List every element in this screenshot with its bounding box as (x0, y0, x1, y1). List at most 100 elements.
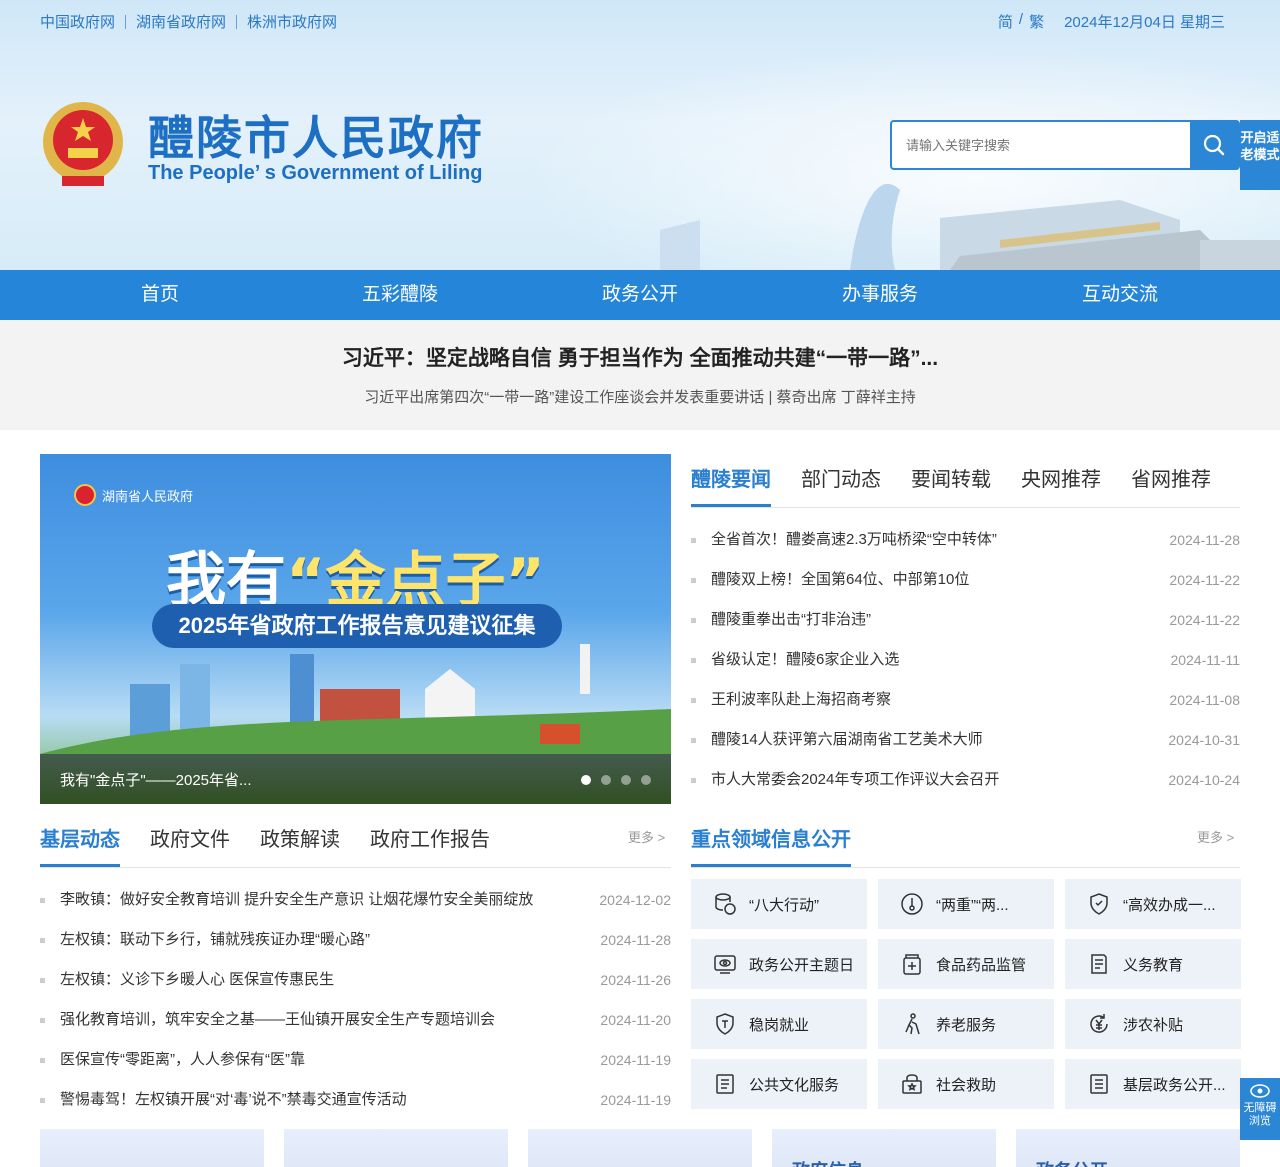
list-item[interactable]: 王利波率队赴上海招商考察 2024-11-08 (691, 690, 1240, 730)
news-title[interactable]: 警惕毒驾！左权镇开展“对‘毒’说不”禁毒交通宣传活动 (60, 1091, 407, 1108)
key-item-open-day[interactable]: 政务公开主题日 (691, 939, 867, 989)
service-card[interactable] (284, 1129, 508, 1167)
news-title[interactable]: 左权镇：义诊下乡暖人心 医保宣传惠民生 (60, 971, 334, 988)
tab-policy-interpretation[interactable]: 政策解读 (260, 823, 340, 867)
key-item-label: 公共文化服务 (749, 1076, 840, 1094)
image-carousel[interactable]: 湖南省人民政府 我有“金点子” 2025年省政府工作报告意见建议征集 我有"金点… (40, 454, 671, 804)
carousel-dots (581, 775, 651, 785)
list-item[interactable]: 市人大常委会2024年专项工作评议大会召开 2024-10-24 (691, 770, 1240, 810)
key-item-grassroots[interactable]: 基层政务公开... (1065, 1059, 1241, 1109)
news-title[interactable]: 李畋镇：做好安全教育培训 提升安全生产意识 让烟花爆竹安全美丽绽放 (60, 891, 533, 908)
key-item-culture[interactable]: 公共文化服务 (691, 1059, 867, 1109)
link-hunan-gov[interactable]: 湖南省政府网 (136, 11, 226, 32)
list-item[interactable]: 醴陵双上榜！全国第64位、中部第10位 2024-11-22 (691, 570, 1240, 610)
key-item-food-drug[interactable]: 食品药品监管 (878, 939, 1054, 989)
key-areas-more-link[interactable]: 更多 > (1197, 827, 1234, 846)
news-title[interactable]: 市人大常委会2024年专项工作评议大会召开 (711, 771, 999, 788)
accessibility-button[interactable]: 无障碍浏览 (1240, 1078, 1280, 1140)
key-item-label: 稳岗就业 (749, 1016, 810, 1034)
list-item[interactable]: 警惕毒驾！左权镇开展“对‘毒’说不”禁毒交通宣传活动 2024-11-19 (40, 1090, 671, 1130)
key-item-label: 义务教育 (1123, 956, 1184, 974)
news-title[interactable]: 医保宣传“零距离”，人人参保有“医”靠 (60, 1051, 305, 1068)
current-date: 2024年12月04日 星期三 (1064, 14, 1225, 31)
relief-box-icon (902, 1074, 922, 1094)
key-item-efficient[interactable]: “高效办成一... (1065, 879, 1241, 929)
news-date: 2024-10-31 (1168, 732, 1240, 748)
news-date: 2024-11-11 (1170, 652, 1240, 668)
key-item-education[interactable]: 义务教育 (1065, 939, 1241, 989)
tab-gov-documents[interactable]: 政府文件 (150, 823, 230, 867)
list-item[interactable]: 医保宣传“零距离”，人人参保有“医”靠 2024-11-19 (40, 1050, 671, 1090)
news-date: 2024-11-28 (1169, 532, 1240, 548)
top-links: 中国政府网 湖南省政府网 株洲市政府网 (40, 11, 337, 32)
list-item[interactable]: 左权镇：义诊下乡暖人心 医保宣传惠民生 2024-11-26 (40, 970, 671, 1010)
local-more-link[interactable]: 更多 > (628, 827, 665, 846)
news-date: 2024-11-22 (1169, 612, 1240, 628)
service-card[interactable]: 政务公开 (1016, 1129, 1240, 1167)
nav-colorful-liling[interactable]: 五彩醴陵 (280, 270, 520, 320)
news-title[interactable]: 醴陵14人获评第六届湖南省工艺美术大师 (711, 731, 983, 748)
news-title[interactable]: 王利波率队赴上海招商考察 (711, 691, 891, 708)
key-item-label: 涉农补贴 (1123, 1016, 1184, 1034)
slide-caption-bar: 我有"金点子"——2025年省... (40, 754, 671, 804)
carousel-dot[interactable] (621, 775, 631, 785)
key-item-eight-actions[interactable]: “八大行动” (691, 879, 867, 929)
tab-central-news[interactable]: 央网推荐 (1021, 463, 1101, 507)
headline-subtitle[interactable]: 习近平出席第四次“一带一路”建设工作座谈会并发表重要讲话 | 蔡奇出席 丁薛祥主… (0, 386, 1280, 407)
divider (125, 14, 127, 29)
shield-guarantee-icon (716, 1013, 734, 1035)
key-item-employment[interactable]: 稳岗就业 (691, 999, 867, 1049)
carousel-dot[interactable] (581, 775, 591, 785)
slide-caption[interactable]: 我有"金点子"——2025年省... (60, 769, 252, 790)
key-item-label: 养老服务 (936, 1016, 997, 1034)
carousel-dot[interactable] (641, 775, 651, 785)
list-item[interactable]: 全省首次！醴娄高速2.3万吨桥梁“空中转体” 2024-11-28 (691, 530, 1240, 570)
list-item[interactable]: 强化教育培训，筑牢安全之基——王仙镇开展安全生产专题培训会 2024-11-20 (40, 1010, 671, 1050)
document-list-icon (1090, 1074, 1108, 1094)
nav-gov-affairs[interactable]: 政务公开 (520, 270, 760, 320)
list-item[interactable]: 左权镇：联动下乡行，铺就残疾证办理“暖心路” 2024-11-28 (40, 930, 671, 970)
news-title[interactable]: 全省首次！醴娄高速2.3万吨桥梁“空中转体” (711, 531, 997, 548)
link-gov-cn[interactable]: 中国政府网 (40, 11, 115, 32)
news-title[interactable]: 醴陵双上榜！全国第64位、中部第10位 (711, 571, 969, 588)
local-news-list: 李畋镇：做好安全教育培训 提升安全生产意识 让烟花爆竹安全美丽绽放 2024-12… (40, 890, 671, 1130)
card-label: 政务公开 (1036, 1157, 1108, 1167)
carousel-dot[interactable] (601, 775, 611, 785)
tab-liling-news[interactable]: 醴陵要闻 (691, 463, 771, 507)
service-card[interactable]: 政府信息 (772, 1129, 996, 1167)
nav-home[interactable]: 首页 (40, 270, 280, 320)
key-item-social-relief[interactable]: 社会救助 (878, 1059, 1054, 1109)
key-item-two-major[interactable]: “两重”“两... (878, 879, 1054, 929)
traditional-toggle[interactable]: 繁 (1029, 11, 1044, 32)
key-areas-tabs: 重点领域信息公开 (691, 823, 1240, 868)
nav-interaction[interactable]: 互动交流 (1000, 270, 1240, 320)
list-item[interactable]: 醴陵14人获评第六届湖南省工艺美术大师 2024-10-31 (691, 730, 1240, 770)
news-title[interactable]: 省级认定！醴陵6家企业入选 (711, 651, 899, 668)
service-card[interactable] (528, 1129, 752, 1167)
tab-local-news[interactable]: 基层动态 (40, 823, 120, 867)
headline-title[interactable]: 习近平：坚定战略自信 勇于担当作为 全面推动共建“一带一路”... (0, 342, 1280, 372)
tab-dept-news[interactable]: 部门动态 (801, 463, 881, 507)
list-item[interactable]: 李畋镇：做好安全教育培训 提升安全生产意识 让烟花爆竹安全美丽绽放 2024-12… (40, 890, 671, 930)
list-item[interactable]: 省级认定！醴陵6家企业入选 2024-11-11 (691, 650, 1240, 690)
list-item[interactable]: 醴陵重拳出击“打非治违” 2024-11-22 (691, 610, 1240, 650)
key-item-agri-subsidy[interactable]: 涉农补贴 (1065, 999, 1241, 1049)
news-title[interactable]: 左权镇：联动下乡行，铺就残疾证办理“暖心路” (60, 931, 370, 948)
news-title[interactable]: 醴陵重拳出击“打非治违” (711, 611, 871, 628)
elder-mode-button[interactable]: 开启适老模式 (1240, 120, 1280, 190)
headline-banner: 习近平：坚定战略自信 勇于担当作为 全面推动共建“一带一路”... 习近平出席第… (0, 320, 1280, 430)
nav-services[interactable]: 办事服务 (760, 270, 1000, 320)
link-zhuzhou-gov[interactable]: 株洲市政府网 (247, 11, 337, 32)
news-title[interactable]: 强化教育培训，筑牢安全之基——王仙镇开展安全生产专题培训会 (60, 1011, 495, 1028)
tab-gov-work-report[interactable]: 政府工作报告 (370, 823, 490, 867)
tab-key-areas[interactable]: 重点领域信息公开 (691, 823, 851, 867)
key-item-label: 食品药品监管 (936, 956, 1027, 974)
key-item-elderly[interactable]: 养老服务 (878, 999, 1054, 1049)
service-card[interactable] (40, 1129, 264, 1167)
search-button[interactable] (1190, 122, 1238, 168)
local-tabs: 基层动态 政府文件 政策解读 政府工作报告 (40, 823, 671, 868)
simplified-toggle[interactable]: 简 (998, 11, 1013, 32)
search-input[interactable] (892, 122, 1190, 168)
tab-reprint-news[interactable]: 要闻转载 (911, 463, 991, 507)
news-list: 全省首次！醴娄高速2.3万吨桥梁“空中转体” 2024-11-28 醴陵双上榜！全… (691, 530, 1240, 810)
